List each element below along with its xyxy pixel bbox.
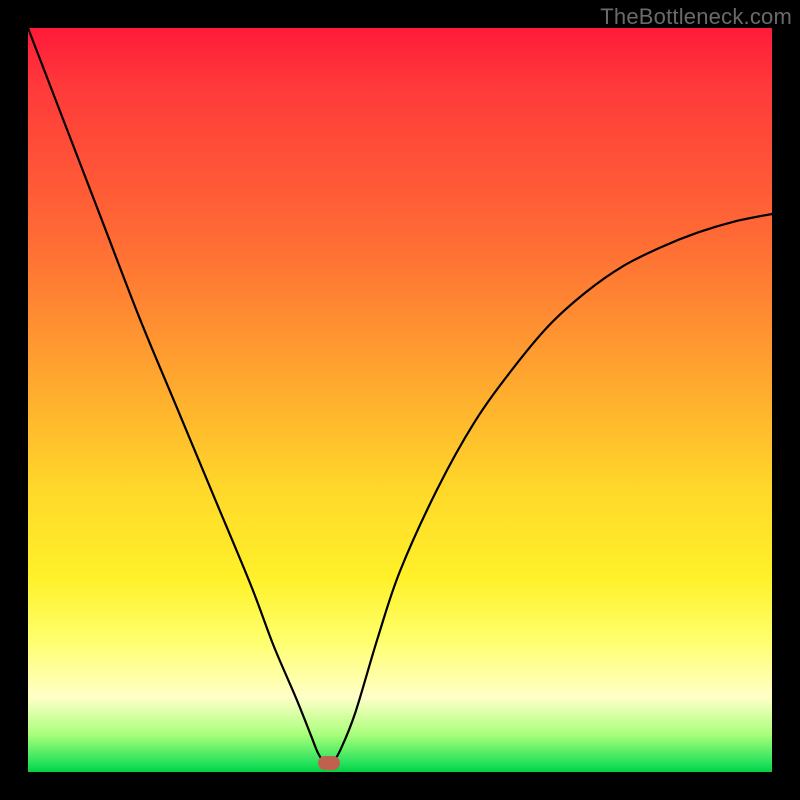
bottleneck-curve [28, 28, 772, 772]
chart-frame: TheBottleneck.com [0, 0, 800, 800]
watermark-text: TheBottleneck.com [600, 4, 792, 30]
plot-area [28, 28, 772, 772]
minimum-marker [318, 756, 340, 770]
